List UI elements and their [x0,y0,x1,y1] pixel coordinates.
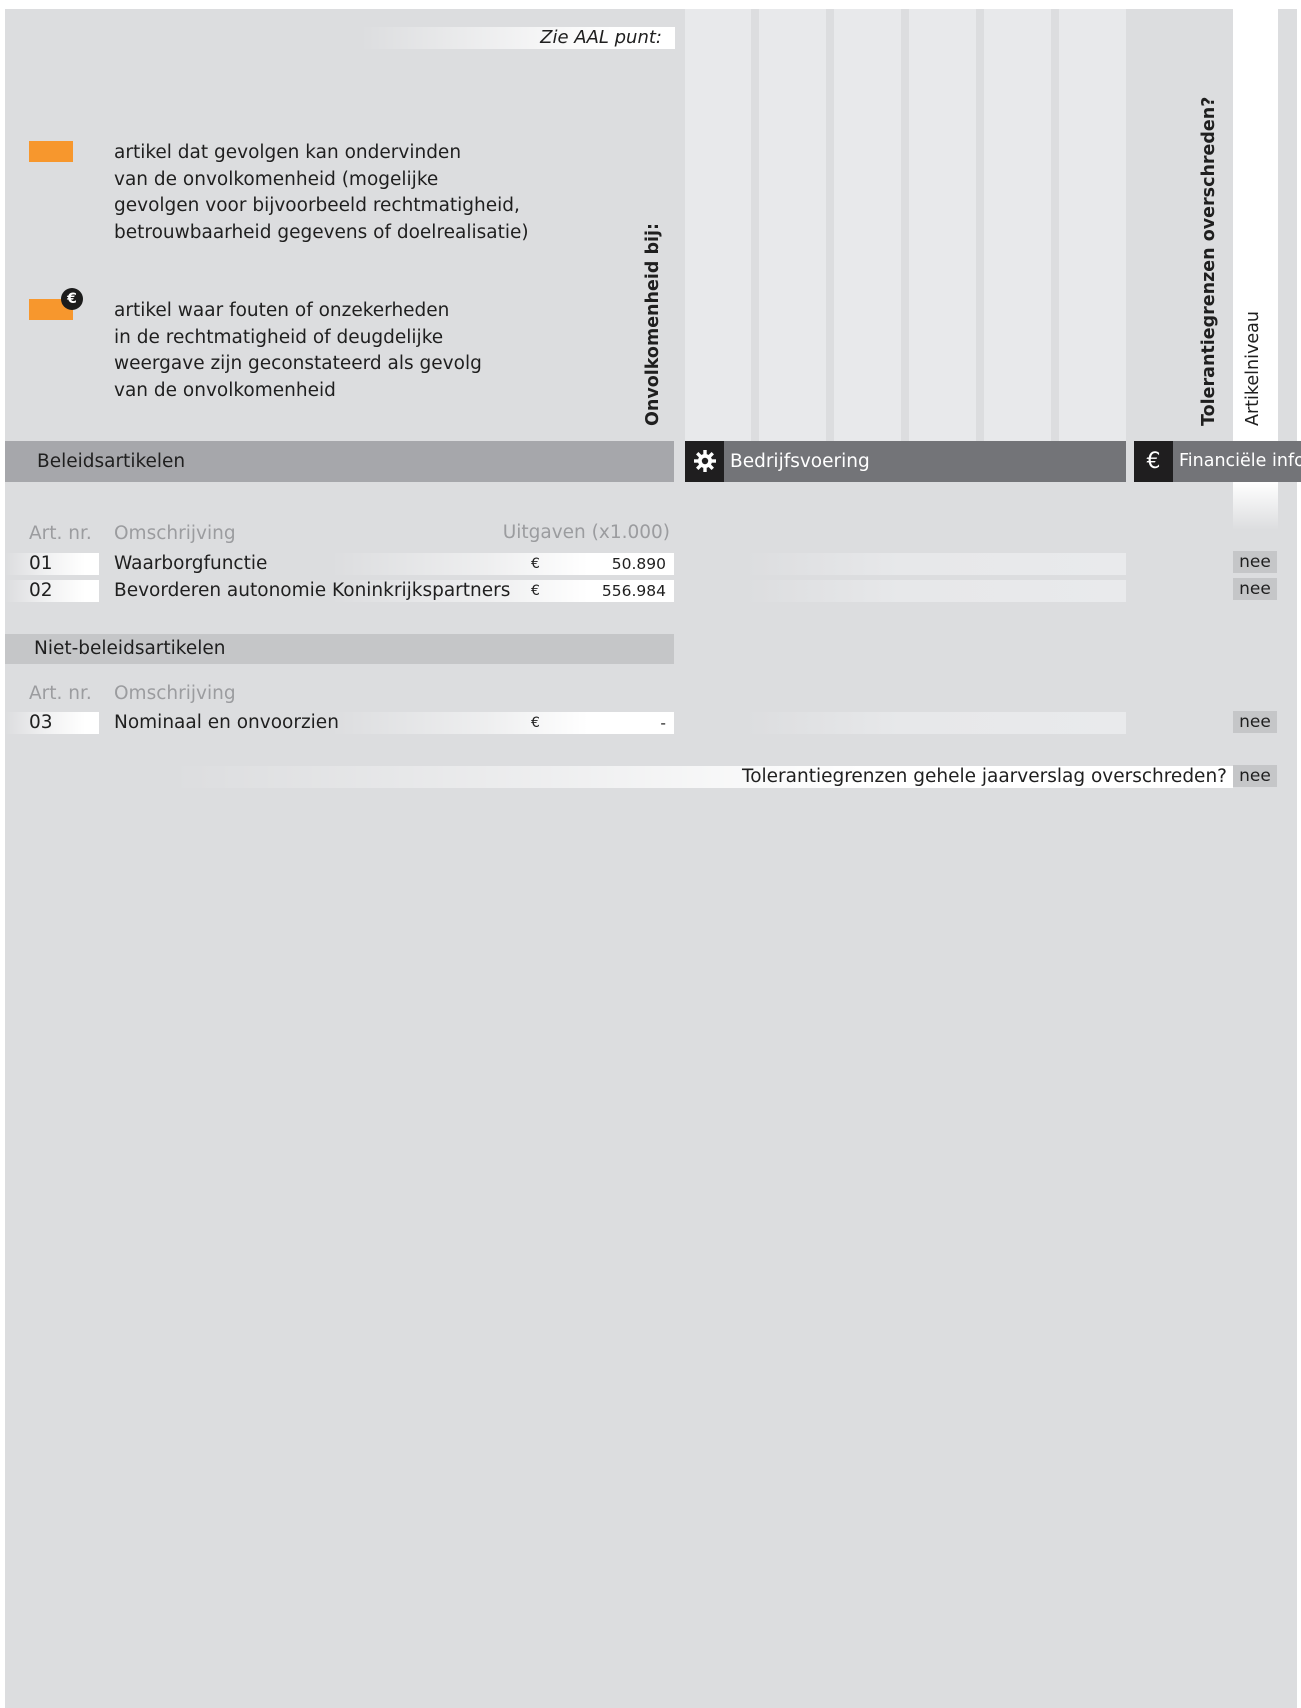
legend-line: van de onvolkomenheid [114,379,336,401]
artikelniveau-fade [1233,482,1278,530]
row-omschrijving: Bevorderen autonomie Koninkrijkspartners [114,580,511,601]
row-omschrijving: Nominaal en onvoorzien [114,712,339,733]
row-nr: 03 [29,712,53,733]
row-amount: 50.890 [611,555,666,573]
row-nr: 02 [29,580,53,601]
legend-line: in de rechtmatigheid of deugdelijke [114,326,444,348]
legend-item-1: artikel dat gevolgen kan ondervinden van… [114,140,554,246]
financiele-info-bar: € Financiële info [1134,441,1301,482]
bedrijf-column [909,9,976,441]
artikelniveau-value: nee [1233,551,1277,573]
col-header-art-nr: Art. nr. [29,523,92,544]
row-currency: € [531,556,540,572]
bedrijf-column [1059,9,1126,441]
bedrijf-row-bar [745,712,1126,734]
onvolkomenheid-label: Onvolkomenheid bij: [643,223,663,426]
artikelniveau-value: nee [1233,711,1277,733]
col-header-art-nr: Art. nr. [29,683,92,704]
bedrijf-column [834,9,901,441]
financiele-info-title: Financiële info [1179,451,1301,471]
col-header-uitgaven: Uitgaven (x1.000) [502,522,670,543]
tolerantie-label: Tolerantiegrenzen overschreden? [1199,96,1219,426]
row-omschrijving: Waarborgfunctie [114,553,268,574]
beleidsartikelen-title: Beleidsartikelen [37,451,186,472]
legend-line: artikel dat gevolgen kan ondervinden [114,142,462,163]
row-currency: € [531,715,540,731]
bedrijf-column [685,9,751,441]
legend-line: van de onvolkomenheid (mogelijke [114,168,439,190]
euro-badge-icon: € [61,288,83,310]
artikelniveau-label: Artikelniveau [1243,311,1263,426]
row-nr: 01 [29,553,53,574]
legend-line: betrouwbaarheid gegevens of doelrealisat… [114,221,529,243]
legend-orange-swatch [29,141,73,162]
row-currency: € [531,583,540,599]
bedrijfsvoering-title: Bedrijfsvoering [730,451,870,472]
bedrijf-row-bar [745,580,1126,602]
legend-line: weergave zijn geconstateerd als gevolg [114,353,482,374]
gear-icon [685,441,724,482]
legend-item-2: artikel waar fouten of onzekerheden in d… [114,298,554,404]
legend-line: artikel waar fouten of onzekerheden [114,300,450,321]
bedrijf-row-bar [745,553,1126,575]
col-header-omschrijving: Omschrijving [114,683,236,704]
aal-label: Zie AAL punt: [540,27,662,48]
euro-icon: € [1134,441,1173,482]
beleidsartikelen-bar: Beleidsartikelen [5,441,674,482]
footer-answer: nee [1233,765,1277,787]
bedrijfsvoering-bar: Bedrijfsvoering [685,441,1126,482]
legend-line: gevolgen voor bijvoorbeeld rechtmatighei… [114,195,520,216]
niet-beleidsartikelen-title: Niet-beleidsartikelen [34,638,226,659]
bedrijf-column [759,9,826,441]
artikelniveau-value: nee [1233,578,1277,600]
row-amount: 556.984 [601,582,666,600]
row-amount: - [660,714,666,732]
col-header-omschrijving: Omschrijving [114,523,236,544]
footer-question: Tolerantiegrenzen gehele jaarverslag ove… [742,766,1227,787]
niet-beleidsartikelen-bar: Niet-beleidsartikelen [5,634,674,664]
bedrijf-column [984,9,1051,441]
